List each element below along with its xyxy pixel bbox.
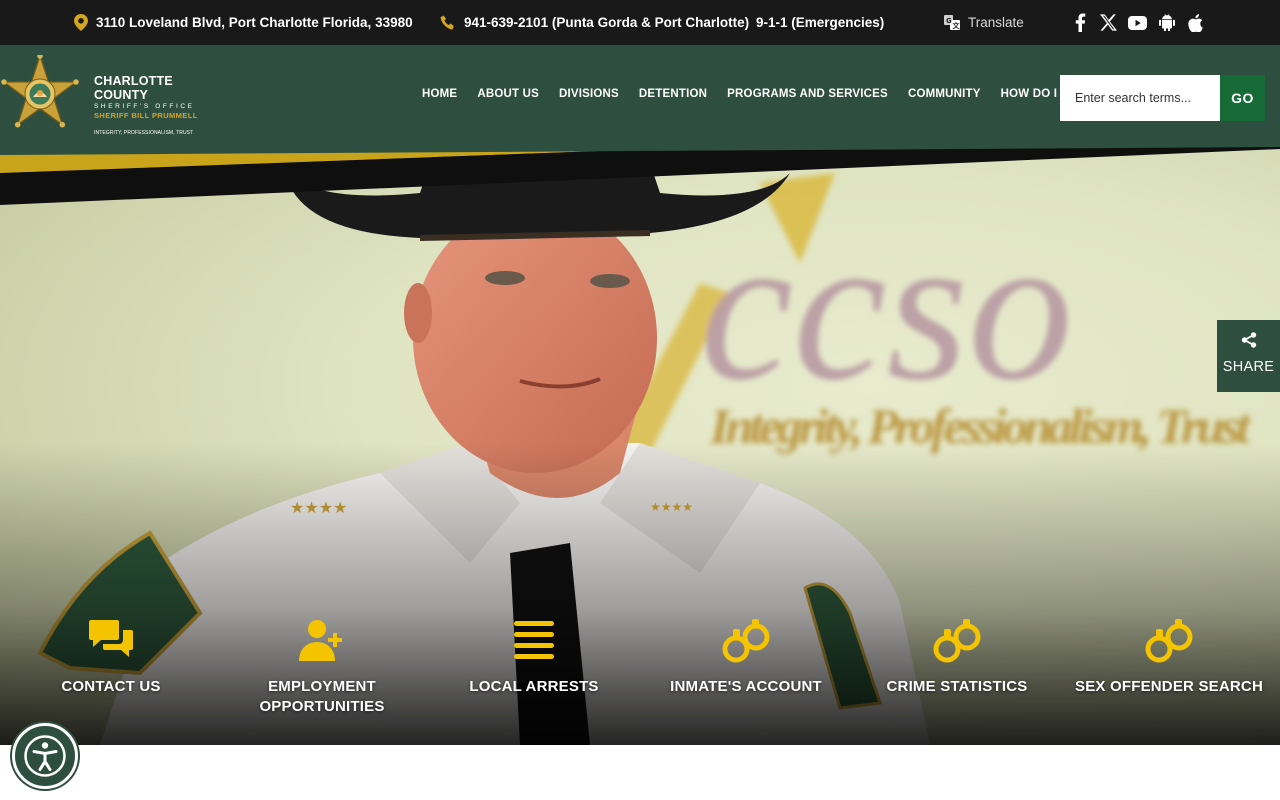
logo-sheriff: SHERIFF BILL PRUMMELL	[94, 111, 198, 120]
quick-link-inmates-account[interactable]: INMATE'S ACCOUNT	[636, 615, 856, 697]
share-icon	[1241, 332, 1256, 348]
emergency-link[interactable]: 9-1-1 (Emergencies)	[756, 0, 884, 45]
user-plus-icon	[299, 620, 342, 661]
handcuffs-icon	[933, 619, 981, 663]
search-go-button[interactable]: GO	[1220, 75, 1265, 121]
logo-text: CHARLOTTE COUNTY SHERIFF'S OFFICE SHERIF…	[94, 74, 205, 137]
search-form: GO	[1060, 75, 1265, 121]
nav-programs-and-services[interactable]: PROGRAMS AND SERVICES	[727, 88, 888, 100]
sheriff-star-badge-icon	[1, 55, 79, 128]
quick-link-label: INMATE'S ACCOUNT	[670, 678, 822, 695]
nav-divisions[interactable]: DIVISIONS	[559, 88, 619, 100]
chat-bubbles-icon	[89, 620, 133, 657]
share-label: SHARE	[1222, 359, 1275, 375]
list-lines-icon	[514, 621, 554, 659]
quick-link-employment[interactable]: EMPLOYMENT OPPORTUNITIES	[212, 615, 432, 717]
nav-home[interactable]: HOME	[422, 88, 457, 100]
translate-button[interactable]: G文 Translate	[944, 0, 1024, 45]
nav-detention[interactable]: DETENTION	[639, 88, 707, 100]
quick-links: CONTACT US EMPLOYMENT OPPORTUNITIES LOCA…	[0, 615, 1280, 715]
handcuffs-icon	[722, 619, 770, 663]
logo-motto: INTEGRITY, PROFESSIONALISM, TRUST	[94, 130, 194, 136]
phone-link[interactable]: 941-639-2101 (Punta Gorda & Port Charlot…	[440, 0, 749, 45]
nav-about-us[interactable]: ABOUT US	[477, 88, 539, 100]
accessibility-icon	[24, 735, 66, 777]
facebook-icon[interactable]	[1070, 13, 1089, 32]
youtube-icon[interactable]	[1128, 13, 1147, 32]
sheriff-logo[interactable]: CHARLOTTE COUNTY SHERIFF'S OFFICE SHERIF…	[0, 55, 205, 137]
quick-link-label: CONTACT US	[61, 678, 161, 695]
svg-text:G: G	[946, 17, 952, 25]
quick-link-label: SEX OFFENDER SEARCH	[1075, 678, 1263, 695]
logo-office: SHERIFF'S OFFICE	[94, 103, 195, 110]
phone-icon	[440, 15, 454, 29]
x-icon[interactable]	[1099, 13, 1118, 32]
social-links	[1070, 0, 1205, 45]
map-pin-icon	[74, 14, 88, 31]
quick-link-crime-statistics[interactable]: CRIME STATISTICS	[847, 615, 1067, 697]
apple-icon[interactable]	[1186, 13, 1205, 32]
quick-link-label: LOCAL ARRESTS	[469, 678, 599, 695]
emergency-text: 9-1-1 (Emergencies)	[756, 15, 885, 30]
accessibility-button[interactable]	[12, 723, 78, 789]
share-button[interactable]: SHARE	[1217, 320, 1280, 392]
phone-text: 941-639-2101 (Punta Gorda & Port Charlot…	[464, 15, 750, 30]
main-nav: HOME ABOUT US DIVISIONS DETENTION PROGRA…	[422, 45, 1057, 143]
search-input[interactable]	[1060, 75, 1220, 121]
android-icon[interactable]	[1157, 13, 1176, 32]
svg-text:文: 文	[953, 21, 961, 30]
hero-banner: ccso Integrity, Professionalism, Trust ★…	[0, 143, 1280, 745]
address-text: 3110 Loveland Blvd, Port Charlotte Flori…	[96, 15, 413, 30]
nav-how-do-i[interactable]: HOW DO I	[1001, 88, 1058, 100]
address-link[interactable]: 3110 Loveland Blvd, Port Charlotte Flori…	[74, 0, 413, 45]
handcuffs-icon	[1145, 619, 1193, 663]
translate-icon: G文	[944, 15, 960, 30]
quick-link-sex-offender-search[interactable]: SEX OFFENDER SEARCH	[1059, 615, 1279, 697]
quick-link-label: CRIME STATISTICS	[886, 678, 1028, 695]
site-header: CHARLOTTE COUNTY SHERIFF'S OFFICE SHERIF…	[0, 45, 1280, 143]
quick-link-contact-us[interactable]: CONTACT US	[1, 615, 221, 697]
wall-logo-text: ccso	[700, 192, 1073, 424]
top-utility-bar: 3110 Loveland Blvd, Port Charlotte Flori…	[0, 0, 1280, 45]
nav-community[interactable]: COMMUNITY	[908, 88, 981, 100]
quick-link-label: EMPLOYMENT OPPORTUNITIES	[259, 678, 385, 715]
quick-link-local-arrests[interactable]: LOCAL ARRESTS	[424, 615, 644, 697]
translate-label: Translate	[968, 15, 1024, 30]
logo-county: CHARLOTTE COUNTY	[94, 74, 173, 102]
